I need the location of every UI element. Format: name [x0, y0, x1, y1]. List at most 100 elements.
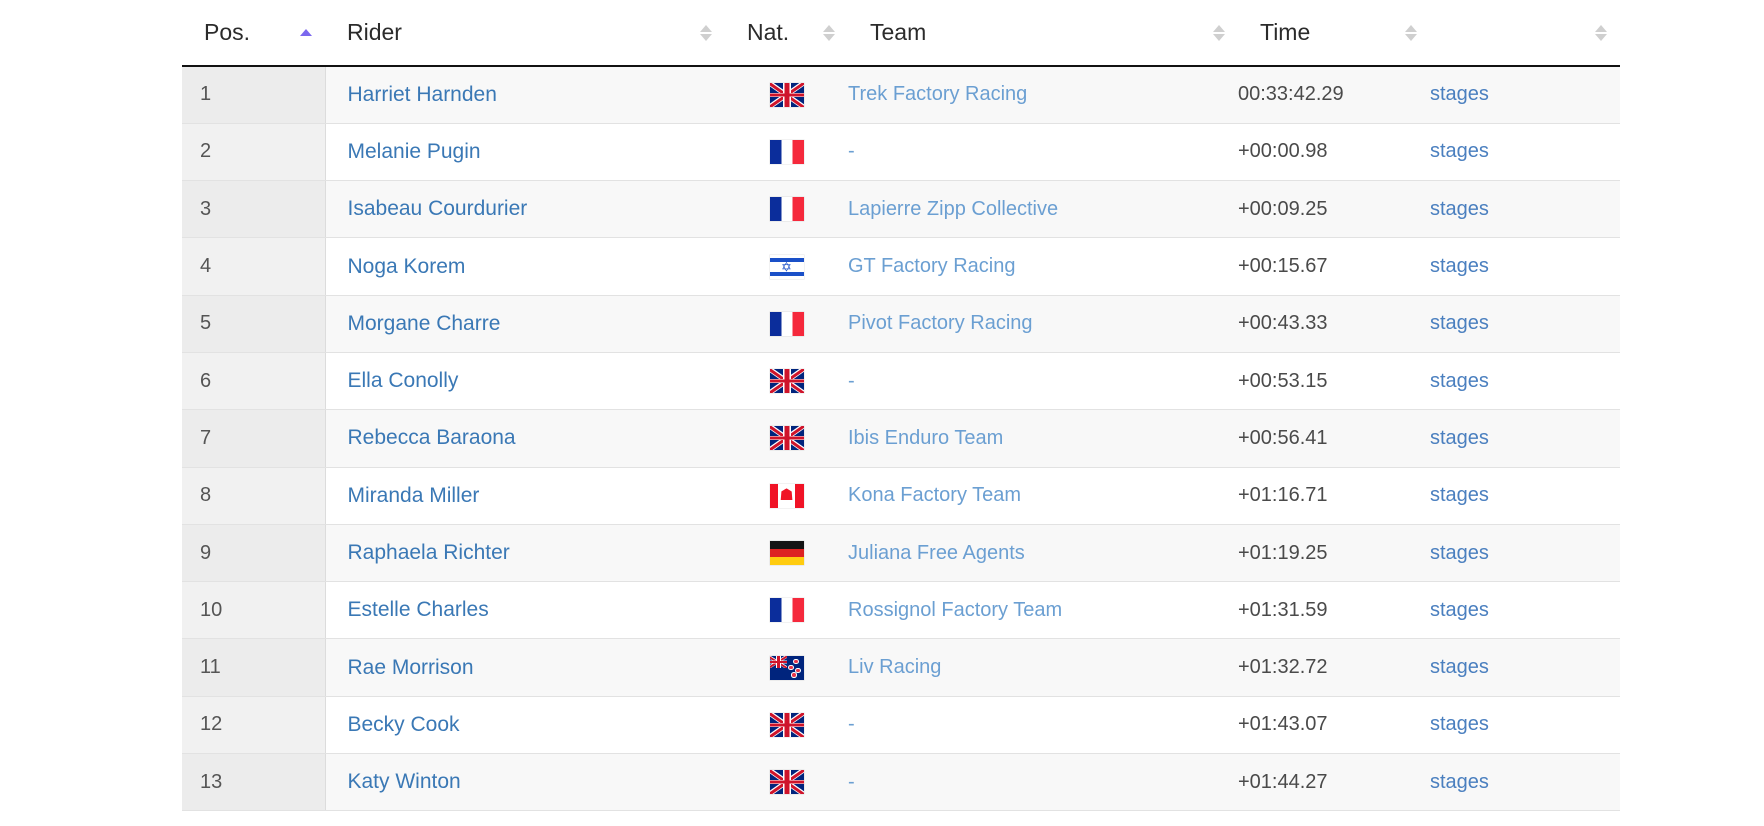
cell-position: 11 — [182, 639, 325, 696]
cell-actions: stages — [1430, 295, 1620, 352]
team-link[interactable]: Ibis Enduro Team — [848, 427, 1003, 449]
cell-nationality — [725, 582, 848, 639]
table-row: 11 Rae Morrison Liv Racing +01:32.72stages — [182, 639, 1620, 696]
rider-link[interactable]: Rae Morrison — [348, 656, 474, 679]
sort-ascending-icon[interactable] — [299, 29, 313, 36]
cell-actions: stages — [1430, 410, 1620, 467]
sort-toggle-icon[interactable] — [822, 25, 836, 41]
cell-nationality — [725, 410, 848, 467]
germany-flag — [770, 541, 804, 565]
team-link[interactable]: Liv Racing — [848, 656, 941, 678]
cell-time: +00:15.67 — [1238, 238, 1430, 295]
cell-team: Ibis Enduro Team — [848, 410, 1238, 467]
united-kingdom-flag — [770, 83, 804, 107]
stages-link[interactable]: stages — [1430, 312, 1489, 334]
cell-nationality — [725, 639, 848, 696]
cell-position: 1 — [182, 66, 325, 123]
stages-link[interactable]: stages — [1430, 656, 1489, 678]
column-header-nat[interactable]: Nat. — [725, 0, 848, 66]
table-row: 1Harriet HarndenTrek Factory Racing00:33… — [182, 66, 1620, 123]
column-header-rider[interactable]: Rider — [325, 0, 725, 66]
france-flag — [770, 140, 804, 164]
stages-link[interactable]: stages — [1430, 140, 1489, 162]
column-header-actions[interactable] — [1430, 0, 1620, 66]
team-empty-dash: - — [848, 140, 855, 162]
cell-team: Rossignol Factory Team — [848, 582, 1238, 639]
cell-time: +00:43.33 — [1238, 295, 1430, 352]
cell-team: GT Factory Racing — [848, 238, 1238, 295]
stages-link[interactable]: stages — [1430, 198, 1489, 220]
column-header-team[interactable]: Team — [848, 0, 1238, 66]
rider-link[interactable]: Noga Korem — [348, 255, 466, 278]
france-flag — [770, 197, 804, 221]
rider-link[interactable]: Becky Cook — [348, 713, 460, 736]
rider-link[interactable]: Raphaela Richter — [348, 541, 510, 564]
column-header-time[interactable]: Time — [1238, 0, 1430, 66]
rider-link[interactable]: Isabeau Courdurier — [348, 197, 528, 220]
team-link[interactable]: Juliana Free Agents — [848, 542, 1025, 564]
cell-nationality — [725, 123, 848, 180]
cell-nationality — [725, 295, 848, 352]
team-link[interactable]: Rossignol Factory Team — [848, 599, 1062, 621]
sort-toggle-icon[interactable] — [699, 25, 713, 41]
israel-flag: ✡ — [770, 255, 804, 279]
cell-rider: Ella Conolly — [325, 352, 725, 409]
stages-link[interactable]: stages — [1430, 255, 1489, 277]
cell-rider: Noga Korem — [325, 238, 725, 295]
team-link[interactable]: Lapierre Zipp Collective — [848, 198, 1058, 220]
stages-link[interactable]: stages — [1430, 484, 1489, 506]
cell-nationality — [725, 696, 848, 753]
cell-time: +01:32.72 — [1238, 639, 1430, 696]
table-row: 8Miranda Miller☗Kona Factory Team+01:16.… — [182, 467, 1620, 524]
cell-rider: Raphaela Richter — [325, 524, 725, 581]
cell-position: 5 — [182, 295, 325, 352]
cell-nationality — [725, 754, 848, 811]
cell-actions: stages — [1430, 352, 1620, 409]
column-header-pos[interactable]: Pos. — [182, 0, 325, 66]
cell-rider: Rae Morrison — [325, 639, 725, 696]
cell-team: - — [848, 754, 1238, 811]
cell-time: +00:00.98 — [1238, 123, 1430, 180]
table-row: 10Estelle CharlesRossignol Factory Team+… — [182, 582, 1620, 639]
stages-link[interactable]: stages — [1430, 599, 1489, 621]
rider-link[interactable]: Morgane Charre — [348, 312, 501, 335]
team-link[interactable]: Kona Factory Team — [848, 484, 1021, 506]
cell-nationality: ☗ — [725, 467, 848, 524]
cell-actions: stages — [1430, 639, 1620, 696]
cell-nationality — [725, 352, 848, 409]
cell-time: +00:09.25 — [1238, 181, 1430, 238]
table-row: 13Katy Winton-+01:44.27stages — [182, 754, 1620, 811]
table-header: Pos. Rider Nat. — [182, 0, 1620, 66]
stages-link[interactable]: stages — [1430, 427, 1489, 449]
france-flag — [770, 598, 804, 622]
stages-link[interactable]: stages — [1430, 542, 1489, 564]
cell-nationality: ✡ — [725, 238, 848, 295]
sort-toggle-icon[interactable] — [1594, 25, 1608, 41]
table-row: 6Ella Conolly-+00:53.15stages — [182, 352, 1620, 409]
table-body: 1Harriet HarndenTrek Factory Racing00:33… — [182, 66, 1620, 811]
stages-link[interactable]: stages — [1430, 370, 1489, 392]
cell-team: - — [848, 352, 1238, 409]
stages-link[interactable]: stages — [1430, 771, 1489, 793]
cell-actions: stages — [1430, 582, 1620, 639]
rider-link[interactable]: Estelle Charles — [348, 598, 489, 621]
team-link[interactable]: Trek Factory Racing — [848, 83, 1027, 105]
column-header-rider-label: Rider — [347, 21, 402, 44]
cell-position: 10 — [182, 582, 325, 639]
rider-link[interactable]: Ella Conolly — [348, 369, 459, 392]
united-kingdom-flag — [770, 770, 804, 794]
rider-link[interactable]: Harriet Harnden — [348, 83, 497, 106]
stages-link[interactable]: stages — [1430, 713, 1489, 735]
cell-team: Juliana Free Agents — [848, 524, 1238, 581]
sort-toggle-icon[interactable] — [1404, 25, 1418, 41]
stages-link[interactable]: stages — [1430, 83, 1489, 105]
rider-link[interactable]: Melanie Pugin — [348, 140, 481, 163]
sort-toggle-icon[interactable] — [1212, 25, 1226, 41]
rider-link[interactable]: Miranda Miller — [348, 484, 480, 507]
rider-link[interactable]: Rebecca Baraona — [348, 426, 516, 449]
cell-team: Kona Factory Team — [848, 467, 1238, 524]
rider-link[interactable]: Katy Winton — [348, 770, 461, 793]
team-link[interactable]: GT Factory Racing — [848, 255, 1015, 277]
cell-position: 3 — [182, 181, 325, 238]
team-link[interactable]: Pivot Factory Racing — [848, 312, 1033, 334]
